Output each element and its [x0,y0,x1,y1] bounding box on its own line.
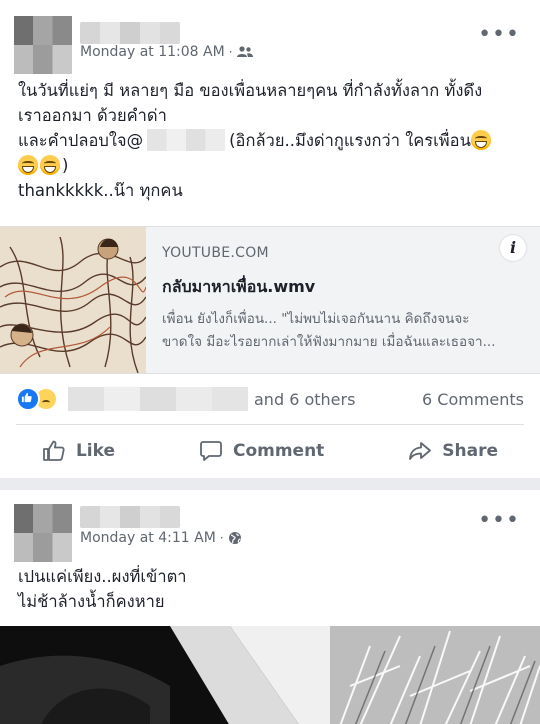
like-button[interactable]: Like [42,439,115,463]
friends-icon [236,46,253,57]
post-2: Monday at 4:11 AM · ••• เปนแค่เพียง..ผงท… [0,490,540,724]
link-preview[interactable]: YOUTUBE.COM กลับมาหาเพื่อน.wmv เพื่อน ยั… [0,226,540,374]
post-text: ในวันที่แย่ๆ มี หลายๆ มือ ของเพื่อนหลายๆ… [18,78,528,203]
comment-label: Comment [232,441,325,461]
text-line: เปนแค่เพียง..ผงที่เข้าตา [18,567,187,586]
comments-count[interactable]: 6 Comments [422,390,524,409]
share-label: Share [442,441,498,461]
info-icon[interactable]: i [500,235,526,261]
post-1: Monday at 11:08 AM · ••• ในวันที่แย่ๆ มี… [0,0,540,478]
text-fragment: และคำปลอบใจ@ [18,131,144,150]
post-photo[interactable] [0,626,540,724]
mention-redacted[interactable] [147,129,226,151]
post-text: เปนแค่เพียง..ผงที่เข้าตา ไม่ช้าล้างน้ำก็… [18,564,528,614]
grin-emoji-icon [18,155,38,175]
share-arrow-icon [409,442,432,460]
author-name-redacted[interactable] [80,22,180,44]
reactions-summary[interactable]: and 6 others 6 Comments [16,385,524,413]
link-info: YOUTUBE.COM กลับมาหาเพื่อน.wmv เพื่อน ยั… [162,245,522,354]
thumbnail-illustration [0,227,146,373]
text-line: เราออกมา ด้วยคำด่า [18,106,167,125]
timestamp[interactable]: Monday at 4:11 AM [80,530,216,546]
avatar[interactable] [14,16,72,74]
more-options-icon[interactable]: ••• [478,510,520,532]
text-line: และคำปลอบใจ@ (อิกล้วย..มึงด่ากูแรงกว่า ใค… [18,128,528,153]
globe-icon [228,532,241,544]
thumbs-up-icon [43,440,65,461]
separator-dot: · [219,531,224,545]
post-meta: Monday at 4:11 AM · [80,530,242,546]
like-label: Like [75,441,116,461]
post-meta: Monday at 11:08 AM · [80,44,253,60]
link-domain: YOUTUBE.COM [162,245,269,261]
link-description-line: เพื่อน ยังไงก็เพื่อน... "ไม่พบไม่เจอกันน… [162,311,470,327]
text-line: ) [18,153,528,178]
grin-emoji-icon [470,130,491,150]
divider [16,424,524,425]
post-actions: Like Comment Share [0,428,540,474]
comment-icon [200,441,222,461]
video-thumbnail[interactable] [0,227,146,373]
grin-emoji-icon [40,155,60,175]
link-description: เพื่อน ยังไงก็เพื่อน... "ไม่พบไม่เจอกันน… [162,308,522,354]
comment-button[interactable]: Comment [199,439,324,463]
link-description-line: ขาดใจ มีอะไรอยากเล่าให้ฟังมากมาย เมื่อฉั… [162,334,496,350]
reactors-redacted[interactable] [68,387,248,411]
more-options-icon[interactable]: ••• [478,24,520,46]
text-line: ในวันที่แย่ๆ มี หลายๆ มือ ของเพื่อนหลายๆ… [18,81,483,100]
timestamp[interactable]: Monday at 11:08 AM [80,44,225,60]
text-line: thankkkkk..น๊า ทุกคน [18,181,183,200]
text-line: ไม่ช้าล้างน้ำก็คงหาย [18,592,165,611]
like-reaction-icon [16,387,40,411]
photo-content [0,626,540,724]
separator-dot: · [228,45,233,59]
text-fragment: ) [62,156,69,175]
author-name-redacted[interactable] [80,506,180,528]
reaction-others-count[interactable]: and 6 others [254,390,355,409]
text-fragment: (อิกล้วย..มึงด่ากูแรงกว่า ใครเพื่อน [229,131,471,150]
avatar[interactable] [14,504,72,562]
share-button[interactable]: Share [408,439,498,463]
link-title[interactable]: กลับมาหาเพื่อน.wmv [162,275,522,300]
